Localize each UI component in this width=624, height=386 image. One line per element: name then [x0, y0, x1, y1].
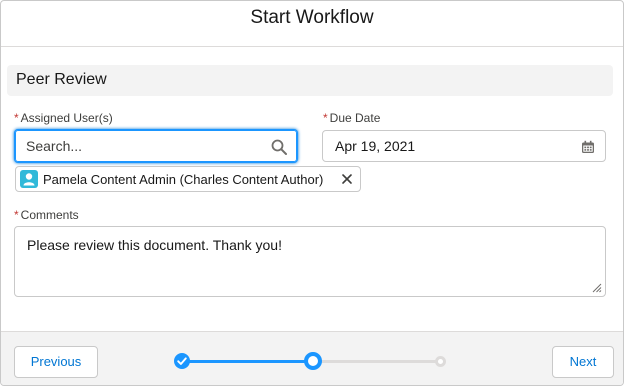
due-date-value: Apr 19, 2021: [335, 138, 416, 154]
due-date-label: * Due Date: [323, 111, 380, 125]
required-marker: *: [14, 111, 19, 125]
resize-handle-icon[interactable]: [592, 283, 602, 293]
comments-label: * Comments: [14, 208, 79, 222]
modal-header: Start Workflow: [1, 1, 623, 47]
comments-textarea[interactable]: Please review this document. Thank you!: [14, 226, 606, 297]
progress-step-3-upcoming[interactable]: [435, 356, 446, 367]
calendar-icon[interactable]: [581, 140, 595, 154]
required-marker: *: [14, 208, 19, 222]
selected-user-pill: Pamela Content Admin (Charles Content Au…: [15, 166, 361, 192]
previous-button[interactable]: Previous: [14, 346, 98, 378]
section-title: Peer Review: [16, 71, 107, 88]
modal-footer: Previous Next: [1, 331, 623, 385]
selected-user-label: Pamela Content Admin (Charles Content Au…: [43, 172, 324, 187]
section-header: Peer Review: [7, 65, 613, 96]
required-marker: *: [323, 111, 328, 125]
progress-bar-complete: [182, 360, 313, 363]
next-button[interactable]: Next: [552, 346, 614, 378]
assigned-users-search[interactable]: [14, 129, 298, 163]
start-workflow-modal: Start Workflow Peer Review * Assigned Use…: [0, 0, 624, 386]
search-icon[interactable]: [271, 139, 287, 155]
due-date-field[interactable]: Apr 19, 2021: [322, 130, 606, 162]
user-icon: [20, 170, 38, 188]
progress-bar-remaining: [313, 360, 441, 363]
assigned-users-label: * Assigned User(s): [14, 111, 113, 125]
comments-value: Please review this document. Thank you!: [27, 237, 282, 253]
user-search-input[interactable]: [26, 138, 266, 154]
modal-title: Start Workflow: [250, 7, 374, 28]
check-icon: [177, 357, 187, 365]
comments-label-text: Comments: [20, 208, 79, 222]
due-date-label-text: Due Date: [329, 111, 381, 125]
progress-step-1-complete[interactable]: [174, 353, 190, 369]
progress-step-2-current[interactable]: [304, 352, 322, 370]
assigned-users-label-text: Assigned User(s): [20, 111, 113, 125]
remove-user-icon[interactable]: [340, 172, 354, 186]
